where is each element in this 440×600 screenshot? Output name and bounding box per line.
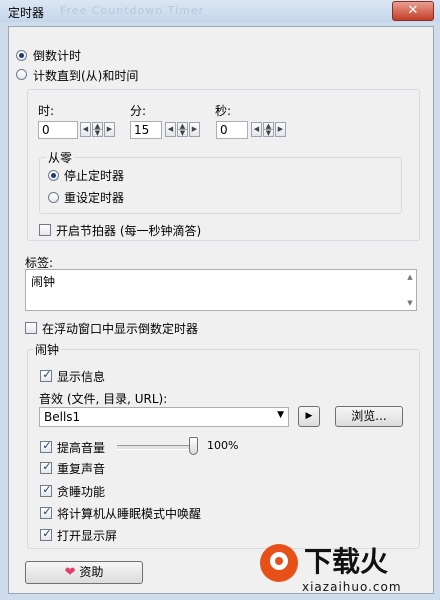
show-message-checkbox[interactable]: ✓ (40, 368, 52, 382)
scroll-down-arrow[interactable]: ▼ (405, 299, 415, 307)
metronome-label: 开启节拍器 (每一秒钟滴答) (56, 224, 202, 238)
donate-button[interactable]: ❤ 资助 (25, 561, 143, 584)
countdown-radio[interactable] (16, 50, 27, 61)
snooze-label: 贪睡功能 (57, 485, 106, 499)
hours-input[interactable]: 0 (38, 121, 78, 139)
snooze-checkbox[interactable]: ✓ (40, 483, 52, 497)
repeat-sound-checkbox[interactable]: ✓ (40, 460, 52, 474)
tag-textarea[interactable]: 闹钟 ▲ ▼ (25, 269, 417, 311)
blurred-title: Free Countdown Timer (60, 4, 205, 17)
show-message-label: 显示信息 (57, 370, 106, 384)
seconds-decrease-button[interactable]: ◀ (251, 122, 262, 137)
wake-computer-checkbox[interactable]: ✓ (40, 505, 52, 519)
check-mark-icon: ✓ (42, 483, 52, 496)
turn-on-display-label: 打开显示屏 (57, 529, 118, 543)
check-mark-icon: ✓ (42, 439, 52, 452)
close-button[interactable]: ✕ (392, 1, 434, 21)
check-mark-icon: ✓ (42, 505, 52, 518)
tag-text: 闹钟 (31, 275, 56, 289)
donate-label: 资助 (79, 565, 104, 579)
title-bar: 定时器 Free Countdown Timer ✕ (0, 0, 440, 22)
watermark-logo: 下载火 xiazaihuo.com (258, 540, 438, 598)
countdown-label: 倒数计时 (33, 49, 82, 63)
sound-value: Bells1 (44, 410, 81, 424)
volume-percent: 100% (207, 439, 239, 452)
stop-timer-radio[interactable] (48, 170, 59, 181)
countup-label: 计数直到(从)和时间 (33, 69, 139, 83)
alarm-group-label: 闹钟 (33, 341, 62, 358)
repeat-sound-label: 重复声音 (57, 462, 106, 476)
turn-on-display-checkbox[interactable]: ✓ (40, 527, 52, 541)
countup-radio[interactable] (16, 69, 27, 80)
minutes-increase-button[interactable]: ▶ (189, 122, 200, 137)
wake-computer-label: 将计算机从睡眠模式中唤醒 (57, 507, 202, 521)
logo-dot (275, 557, 283, 565)
minutes-input[interactable]: 15 (130, 121, 162, 139)
dropdown-arrow-icon: ▼ (277, 410, 284, 420)
volume-boost-checkbox[interactable]: ✓ (40, 439, 52, 453)
minutes-down-button[interactable]: ▼ (177, 129, 188, 137)
hours-down-button[interactable]: ▼ (92, 129, 103, 137)
from-zero-group-label: 从零 (46, 149, 75, 166)
hours-decrease-button[interactable]: ◀ (80, 122, 91, 137)
reset-timer-label: 重设定时器 (64, 191, 125, 205)
seconds-increase-button[interactable]: ▶ (275, 122, 286, 137)
stop-timer-label: 停止定时器 (64, 169, 125, 183)
brand-url: xiazaihuo.com (302, 580, 402, 594)
minutes-label: 分: (130, 104, 147, 118)
minutes-decrease-button[interactable]: ◀ (165, 122, 176, 137)
sound-combobox[interactable]: Bells1 ▼ (39, 407, 289, 427)
hours-label: 时: (38, 104, 55, 118)
browse-button[interactable]: 浏览... (335, 406, 403, 427)
volume-slider-track[interactable] (117, 445, 197, 450)
brand-name: 下载火 (304, 545, 389, 578)
volume-boost-label: 提高音量 (57, 441, 106, 455)
fire-logo-icon (260, 544, 298, 582)
volume-slider-thumb[interactable] (189, 437, 198, 455)
radio-selected-dot (51, 173, 56, 178)
hours-increase-button[interactable]: ▶ (104, 122, 115, 137)
radio-selected-dot (19, 53, 24, 58)
reset-timer-radio[interactable] (48, 192, 59, 203)
check-mark-icon: ✓ (42, 460, 52, 473)
sound-label: 音效 (文件, 目录, URL): (39, 392, 168, 406)
seconds-down-button[interactable]: ▼ (263, 129, 274, 137)
seconds-label: 秒: (215, 104, 232, 118)
float-window-checkbox[interactable] (25, 322, 37, 334)
seconds-input[interactable]: 0 (216, 121, 248, 139)
metronome-checkbox[interactable] (39, 224, 51, 236)
check-mark-icon: ✓ (42, 368, 52, 381)
check-mark-icon: ✓ (42, 527, 52, 540)
play-button[interactable]: ▶ (298, 406, 320, 427)
timer-dialog: 倒数计时 计数直到(从)和时间 时: 0 ◀ ▲ ▼ ▶ 分: 15 ◀ ▲ ▼… (8, 26, 434, 594)
window-title: 定时器 (8, 6, 45, 20)
heart-icon: ❤ (64, 565, 76, 580)
float-window-label: 在浮动窗口中显示倒数定时器 (42, 322, 199, 336)
scroll-up-arrow[interactable]: ▲ (405, 273, 415, 281)
